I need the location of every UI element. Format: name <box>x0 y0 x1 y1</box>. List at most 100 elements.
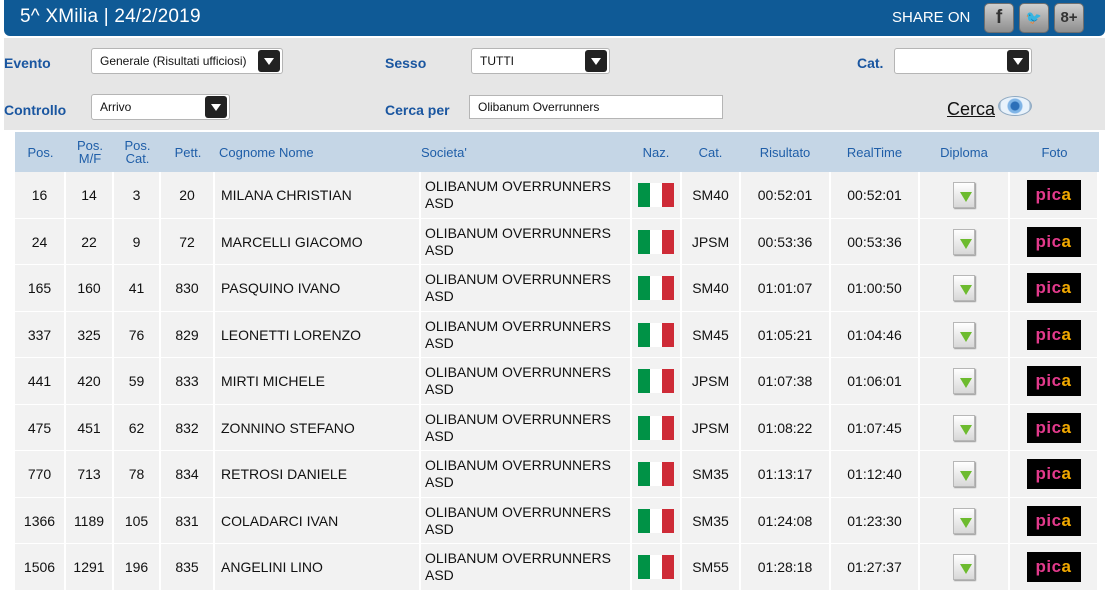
diploma-download-icon[interactable] <box>953 275 975 301</box>
table-row[interactable]: 475 451 62 832 ZONNINO STEFANO OLIBANUM OVERR… <box>15 404 1099 451</box>
foto-cell: pic a <box>1010 265 1099 311</box>
italy-flag-icon <box>638 555 674 579</box>
table-row[interactable]: 441 420 59 833 MIRTI MICHELE OLIBANUM OVERRUN… <box>15 358 1099 405</box>
google-plus-icon[interactable]: 8+ <box>1054 3 1084 33</box>
pica-photo-logo[interactable]: pic a <box>1026 459 1081 489</box>
cell-societa: OLIBANUM OVERRUNNERS ASD <box>421 358 632 404</box>
table-row[interactable]: 337 325 76 829 LEONETTI LORENZO OLIBANUM OVER… <box>15 311 1099 358</box>
cell-pos: 337 <box>15 311 66 358</box>
cell-societa: OLIBANUM OVERRUNNERS ASD <box>421 218 632 265</box>
cell-name: MILANA CHRISTIAN <box>215 172 421 218</box>
cell-name: RETROSI DANIELE <box>215 451 421 497</box>
cell-societa: OLIBANUM OVERRUNNERS ASD <box>421 311 632 358</box>
facebook-icon[interactable]: f <box>984 3 1014 33</box>
cell-cat: SM35 <box>682 497 741 544</box>
cell-pos-cat: 3 <box>114 172 161 218</box>
cell-societa: OLIBANUM OVERRUNNERS ASD <box>421 265 632 311</box>
chevron-down-icon <box>585 50 607 72</box>
cell-pos-cat: 105 <box>114 497 161 544</box>
table-row[interactable]: 1506 1291 196 835 ANGELINI LINO OLIBANUM OVER… <box>15 544 1099 591</box>
col-risultato[interactable]: Risultato <box>741 132 829 172</box>
eye-search-icon[interactable] <box>998 96 1032 116</box>
diploma-download-icon[interactable] <box>953 554 975 580</box>
italy-flag-icon <box>638 322 674 347</box>
nation-cell <box>632 497 682 544</box>
cell-pett: 833 <box>161 358 215 404</box>
cell-pos: 16 <box>15 172 66 218</box>
sesso-select[interactable]: TUTTI <box>471 48 610 74</box>
cell-realtime: 00:52:01 <box>831 172 920 218</box>
pica-photo-logo[interactable]: pic a <box>1026 505 1081 536</box>
cell-risultato: 00:52:01 <box>741 172 831 218</box>
pica-photo-logo[interactable]: pic a <box>1026 319 1081 350</box>
cell-risultato: 01:05:21 <box>741 311 831 358</box>
cell-realtime: 01:27:37 <box>831 544 920 590</box>
cell-pett: 20 <box>161 172 215 218</box>
cell-risultato: 01:01:07 <box>741 265 831 311</box>
foto-cell: pic a <box>1010 544 1099 590</box>
evento-select[interactable]: Generale (Risultati ufficiosi) <box>91 48 283 74</box>
col-pos-cat[interactable]: Pos. Cat. <box>114 132 161 172</box>
controllo-select[interactable]: Arrivo <box>91 94 230 120</box>
diploma-download-icon[interactable] <box>953 228 975 255</box>
twitter-icon[interactable]: 🐦 <box>1019 3 1049 33</box>
cell-risultato: 01:28:18 <box>741 544 831 590</box>
col-name[interactable]: Cognome Nome <box>219 132 419 172</box>
diploma-download-icon[interactable] <box>953 414 975 441</box>
pica-photo-logo[interactable]: pic a <box>1026 226 1081 257</box>
cell-name: PASQUINO IVANO <box>215 265 421 311</box>
col-cat[interactable]: Cat. <box>682 132 739 172</box>
col-realtime[interactable]: RealTime <box>831 132 918 172</box>
diploma-download-icon[interactable] <box>953 368 975 394</box>
cell-name: COLADARCI IVAN <box>215 497 421 544</box>
pica-photo-logo[interactable]: pic a <box>1026 552 1081 582</box>
cell-pos-cat: 196 <box>114 544 161 590</box>
col-pos[interactable]: Pos. <box>15 132 66 172</box>
results-table-body: 16 14 3 20 MILANA CHRISTIAN OLIBANUM OVERRUNN… <box>15 172 1099 591</box>
cell-pos-mf: 1291 <box>66 544 114 590</box>
col-naz[interactable]: Naz. <box>632 132 680 172</box>
table-row[interactable]: 1366 1189 105 831 COLADARCI IVAN OLIBANUM OVE… <box>15 497 1099 544</box>
cell-realtime: 01:06:01 <box>831 358 920 404</box>
cell-risultato: 01:13:17 <box>741 451 831 497</box>
cell-pett: 834 <box>161 451 215 497</box>
italy-flag-icon <box>638 183 674 207</box>
table-row[interactable]: 24 22 9 72 MARCELLI GIACOMO OLIBANUM OVERRUNN… <box>15 218 1099 265</box>
pica-photo-logo[interactable]: pic a <box>1026 366 1081 396</box>
cell-pos-mf: 325 <box>66 311 114 358</box>
cell-risultato: 00:53:36 <box>741 218 831 265</box>
diploma-download-icon[interactable] <box>953 321 975 348</box>
diploma-download-icon[interactable] <box>953 461 975 487</box>
cell-realtime: 01:07:45 <box>831 404 920 451</box>
nation-cell <box>632 544 682 590</box>
event-title: 5^ XMilia | 24/2/2019 <box>20 6 201 27</box>
diploma-download-icon[interactable] <box>953 507 975 534</box>
col-pett[interactable]: Pett. <box>161 132 215 172</box>
foto-cell: pic a <box>1010 451 1099 497</box>
cell-societa: OLIBANUM OVERRUNNERS ASD <box>421 172 632 218</box>
diploma-cell <box>920 172 1010 218</box>
cell-pos-cat: 62 <box>114 404 161 451</box>
pica-photo-logo[interactable]: pic a <box>1026 180 1081 210</box>
col-pos-mf[interactable]: Pos. M/F <box>66 132 114 172</box>
pica-photo-logo[interactable]: pic a <box>1026 273 1081 303</box>
col-societa[interactable]: Societa' <box>421 132 631 172</box>
table-row[interactable]: 16 14 3 20 MILANA CHRISTIAN OLIBANUM OVERRUNN… <box>15 172 1099 219</box>
diploma-download-icon[interactable] <box>953 182 975 208</box>
cell-name: LEONETTI LORENZO <box>215 311 421 358</box>
cerca-button[interactable]: Cerca <box>947 99 995 120</box>
search-input[interactable]: Olibanum Overrunners <box>469 95 723 119</box>
italy-flag-icon <box>638 462 674 486</box>
cell-cat: SM35 <box>682 451 741 497</box>
col-foto: Foto <box>1041 144 1068 160</box>
table-row[interactable]: 770 713 78 834 RETROSI DANIELE OLIBANUM OVERR… <box>15 451 1099 498</box>
cell-risultato: 01:07:38 <box>741 358 831 404</box>
cat-select[interactable] <box>894 48 1032 74</box>
cell-pos: 475 <box>15 404 66 451</box>
table-row[interactable]: 165 160 41 830 PASQUINO IVANO OLIBANUM OVERRU… <box>15 265 1099 312</box>
results-table-header: Pos. Pos. M/F Pos. Cat. Pett. Cognome No… <box>15 132 1099 172</box>
italy-flag-icon <box>638 508 674 533</box>
cell-cat: SM40 <box>682 265 741 311</box>
foto-cell: pic a <box>1010 497 1099 544</box>
pica-photo-logo[interactable]: pic a <box>1026 412 1081 443</box>
